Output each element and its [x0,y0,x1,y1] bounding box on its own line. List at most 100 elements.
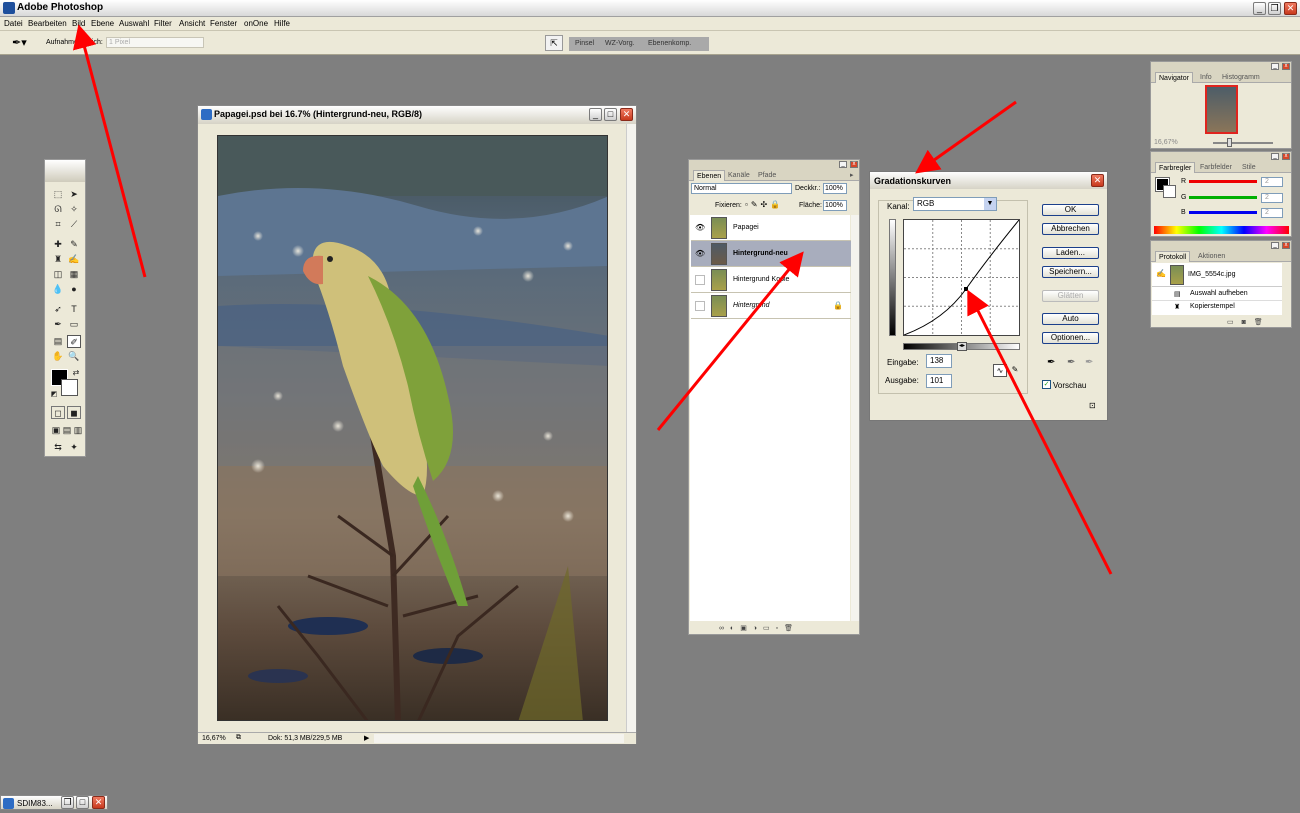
palette-tab-tool-presets[interactable]: WZ-Vorg. [605,40,635,47]
navigator-minimize-button[interactable]: _ [1271,63,1279,70]
tab-swatches[interactable]: Farbfelder [1197,162,1235,173]
restore-window-button[interactable]: ❐ [1268,2,1281,15]
palette-tab-brushes[interactable]: Pinsel [575,40,594,47]
default-colors-icon[interactable]: ◩ [47,388,61,401]
layers-scrollbar[interactable] [851,215,859,621]
navigator-zoom-slider[interactable] [1213,142,1273,144]
tab-info[interactable]: Info [1197,72,1215,83]
document-maximize-button[interactable]: □ [604,108,617,121]
layers-panel-header[interactable]: _ x [689,160,859,169]
color-spectrum-bar[interactable] [1154,226,1289,234]
tab-histogram[interactable]: Histogramm [1219,72,1263,83]
lock-icons[interactable]: ▫✎✣🔒 [745,200,783,209]
tab-actions[interactable]: Aktionen [1195,251,1228,262]
screen-mode-full-icon[interactable]: ▥ [71,424,85,437]
blend-mode-select[interactable]: Normal [691,183,792,194]
menu-auswahl[interactable]: Auswahl [119,19,149,28]
layer-row-papagei[interactable]: 👁 Papagei [691,215,851,241]
document-title-bar[interactable]: Papagei.psd bei 16.7% (Hintergrund-neu, … [198,106,636,124]
tab-paths[interactable]: Pfade [755,170,779,181]
menu-bild[interactable]: Bild [72,19,85,28]
blur-tool-icon[interactable]: 💧 [51,283,65,296]
document-close-button[interactable]: ✕ [620,108,633,121]
palette-tab-layer-comps[interactable]: Ebenenkomp. [648,40,691,47]
tab-history[interactable]: Protokoll [1155,251,1191,262]
background-color-swatch[interactable] [61,379,78,396]
image-canvas[interactable] [217,135,608,721]
gradient-tool-icon[interactable]: ▦ [67,268,81,281]
palette-well-icon[interactable]: ⇱ [545,35,563,51]
shape-tool-icon[interactable]: ▭ [67,318,81,331]
eyedropper-tool-icon[interactable]: ✐ [67,335,81,348]
blue-slider[interactable] [1189,211,1257,214]
gray-point-eyedropper-icon[interactable]: ✒ [1067,357,1075,368]
minimized-restore-button[interactable]: ❐ [61,796,74,809]
history-step[interactable]: ▤ Auswahl aufheben [1152,288,1282,301]
color-panel-close-button[interactable]: x [1282,153,1290,160]
zoom-level[interactable]: 16,67% [202,735,226,742]
minimized-maximize-button[interactable]: □ [76,796,89,809]
zoom-tool-icon[interactable]: 🔍 [67,350,81,363]
gradient-toggle-icon[interactable]: ◂▸ [957,342,967,351]
tab-styles[interactable]: Stile [1239,162,1259,173]
navigator-close-button[interactable]: x [1282,63,1290,70]
curve-smooth-mode-icon[interactable]: ∿ [993,364,1007,377]
menu-onone[interactable]: onOne [244,19,268,28]
curves-dialog-title-bar[interactable]: Gradationskurven ✕ [870,172,1107,189]
red-value-field[interactable]: 2 [1261,177,1283,187]
layer-visibility-box[interactable] [695,301,705,311]
type-tool-icon[interactable]: T [67,303,81,316]
layer-row-hintergrund-kopie[interactable]: Hintergrund Kopie [691,267,851,293]
quick-mask-mode-icon[interactable]: ◼ [67,406,81,419]
eraser-tool-icon[interactable]: ◫ [51,268,65,281]
layers-panel-minimize-button[interactable]: _ [839,161,847,168]
magic-wand-tool-icon[interactable]: ✧ [67,203,81,216]
menu-datei[interactable]: Datei [4,19,23,28]
eyedropper-tool-preset-icon[interactable]: ✒▾ [12,36,34,50]
navigator-thumbnail[interactable] [1205,85,1238,134]
menu-ebene[interactable]: Ebene [91,19,114,28]
layer-visibility-eye-icon[interactable]: 👁 [695,249,705,259]
curves-graph[interactable] [903,219,1020,336]
curve-pencil-mode-icon[interactable]: ✎ [1008,364,1022,377]
history-footer-icons[interactable]: ▭◙🗑 [1227,318,1287,327]
swap-colors-icon[interactable]: ⇄ [69,366,83,379]
black-point-eyedropper-icon[interactable]: ✒ [1047,357,1055,368]
auto-button[interactable]: Auto [1042,313,1099,325]
white-point-eyedropper-icon[interactable]: ✒ [1085,357,1093,368]
status-menu-icon[interactable]: ⧉ [236,734,241,742]
close-window-button[interactable]: ✕ [1284,2,1297,15]
brush-tool-icon[interactable]: ✎ [67,238,81,251]
output-value-field[interactable]: 101 [926,374,952,388]
layer-visibility-eye-icon[interactable]: 👁 [695,223,705,233]
blue-value-field[interactable]: 2 [1261,208,1283,218]
green-value-field[interactable]: 2 [1261,193,1283,203]
pen-tool-icon[interactable]: ✒ [51,318,65,331]
jump-to-other-app-icon[interactable]: ✦ [67,441,81,454]
tab-channels[interactable]: Kanäle [725,170,753,181]
jump-to-imageready-icon[interactable]: ⇆ [51,441,65,454]
history-snapshot[interactable]: ✍ IMG_5554c.jpg [1152,263,1282,287]
curve-point[interactable] [964,287,968,291]
color-background-swatch[interactable] [1163,185,1176,198]
menu-ansicht[interactable]: Ansicht [179,19,205,28]
tab-layers[interactable]: Ebenen [693,170,726,181]
crop-tool-icon[interactable]: ⌗ [51,218,65,231]
color-panel-minimize-button[interactable]: _ [1271,153,1279,160]
history-step[interactable]: ♜ Kopierstempel [1152,301,1282,314]
save-button[interactable]: Speichern... [1042,266,1099,278]
status-arrow-icon[interactable]: ▶ [364,734,369,742]
minimized-close-button[interactable]: ✕ [92,796,105,809]
layers-panel-menu-icon[interactable]: ▸ [847,170,857,181]
red-slider[interactable] [1189,180,1257,183]
minimize-window-button[interactable]: _ [1253,2,1266,15]
tab-color[interactable]: Farbregler [1155,162,1196,173]
slice-tool-icon[interactable]: ⟋ [67,218,81,231]
curves-dialog-close-button[interactable]: ✕ [1091,174,1104,187]
path-selection-tool-icon[interactable]: ➶ [51,303,65,316]
opacity-input[interactable]: 100% [823,183,847,194]
load-button[interactable]: Laden... [1042,247,1099,259]
preview-checkbox[interactable]: ✓ [1042,380,1051,389]
dodge-tool-icon[interactable]: ● [67,283,81,296]
healing-brush-tool-icon[interactable]: ✚ [51,238,65,251]
